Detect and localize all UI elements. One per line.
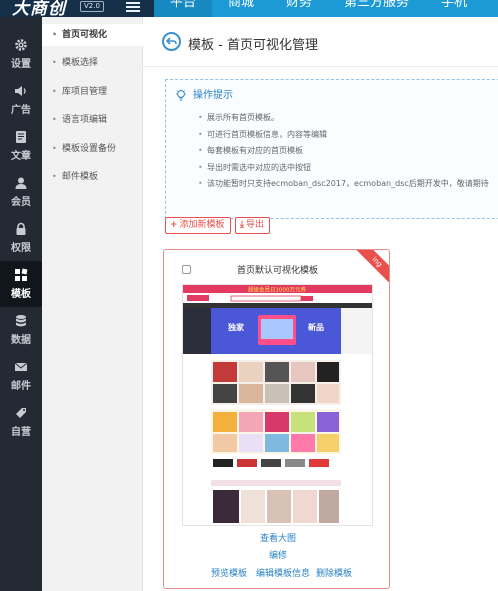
tips-header: 操作提示 <box>175 86 233 102</box>
sidebar-label: 文章 <box>11 151 31 162</box>
preview-template-link[interactable]: 预览模板 <box>211 566 247 579</box>
sub-nav: 首页可视化 模板选择 库项目管理 语言项编辑 模板设置备份 邮件模板 <box>42 17 143 591</box>
bag-icon <box>16 408 26 418</box>
app-window: 大商创 V2.0 平台 商城 财务 第三方服务 手机 设置 广告 文章 会员 权… <box>0 0 498 591</box>
sub-nav-language[interactable]: 语言项编辑 <box>42 109 143 131</box>
view-large-link[interactable]: 查看大图 <box>260 531 296 544</box>
sidebar-label: 会员 <box>11 197 31 208</box>
sidebar-label: 权限 <box>11 243 31 254</box>
tips-box: 操作提示 展示所有首页模板。 可进行首页模板信息，内容等编辑 每套模板有对应的首… <box>165 79 498 219</box>
sidebar-label: 模板 <box>11 289 31 300</box>
brand-area: 大商创 V2.0 <box>0 0 154 19</box>
edit-link[interactable]: 编修 <box>269 548 287 561</box>
template-preview-image: 超级会员日1000万元券 独家 新品 <box>183 285 372 525</box>
sidebar-item-mail[interactable]: 邮件 <box>0 353 42 399</box>
sub-nav-template-select[interactable]: 模板选择 <box>42 52 143 74</box>
sub-nav-backup[interactable]: 模板设置备份 <box>42 138 143 160</box>
sidebar-item-settings[interactable]: 设置 <box>0 31 42 77</box>
thumb-hero-right: 新品 <box>308 322 324 332</box>
sidebar-item-permissions[interactable]: 权限 <box>0 215 42 261</box>
mail-icon <box>14 362 28 371</box>
tip-item: 展示所有首页模板。 <box>198 110 489 127</box>
sub-nav-library[interactable]: 库项目管理 <box>42 81 143 103</box>
delete-template-link[interactable]: 删除模板 <box>316 566 352 579</box>
page-title: 模板 - 首页可视化管理 <box>188 38 318 53</box>
sidebar-label: 数据 <box>11 335 31 346</box>
top-nav: 平台 商城 财务 第三方服务 手机 <box>154 0 483 17</box>
edit-template-info-link[interactable]: 编辑模板信息 <box>256 566 310 579</box>
download-icon: ⤓ <box>240 220 244 230</box>
plus-icon: + <box>170 220 178 230</box>
sub-nav-mail-template[interactable]: 邮件模板 <box>42 166 143 188</box>
template-thumbnail[interactable]: 超级会员日1000万元券 独家 新品 <box>182 284 373 526</box>
tip-item: 每套模板有对应的首页模板 <box>198 143 489 160</box>
top-nav-platform[interactable]: 平台 <box>154 0 213 17</box>
sidebar-item-templates[interactable]: 模板 <box>0 261 42 307</box>
lock-icon <box>16 222 26 235</box>
user-icon <box>15 177 27 189</box>
add-template-button[interactable]: + 添加新模板 <box>165 217 231 234</box>
back-button[interactable] <box>162 32 181 51</box>
gear-icon <box>15 39 27 51</box>
document-icon <box>16 131 26 143</box>
template-title: 首页默认可视化模板 <box>237 266 319 276</box>
menu-toggle-icon[interactable] <box>126 2 140 14</box>
sub-nav-home-visual[interactable]: 首页可视化 <box>42 24 143 46</box>
thumb-banner-text: 超级会员日1000万元券 <box>248 286 306 294</box>
sidebar-item-ads[interactable]: 广告 <box>0 77 42 123</box>
template-card: ing 首页默认可视化模板 超级会员日1000万元券 独家 新品 查看大图 编修… <box>163 249 390 589</box>
sidebar-label: 设置 <box>11 59 31 70</box>
top-nav-third-party[interactable]: 第三方服务 <box>328 0 425 17</box>
top-nav-mobile[interactable]: 手机 <box>425 0 483 17</box>
speaker-icon <box>15 86 26 96</box>
sidebar-item-articles[interactable]: 文章 <box>0 123 42 169</box>
tip-item: 可进行首页模板信息，内容等编辑 <box>198 127 489 144</box>
icon-sidebar: 设置 广告 文章 会员 权限 模板 数据 邮件 自营 <box>0 17 42 591</box>
back-arrow-icon <box>166 37 177 45</box>
status-ribbon: ing <box>351 250 389 288</box>
grid-icon <box>15 268 28 281</box>
tip-item: 该功能暂时只支持ecmoban_dsc2017，ecmoban_dsc后期开发中… <box>198 176 489 193</box>
export-button[interactable]: ⤓ 导出 <box>235 217 270 234</box>
thumb-hero-left: 独家 <box>227 322 245 332</box>
tips-list: 展示所有首页模板。 可进行首页模板信息，内容等编辑 每套模板有对应的首页模板 导… <box>198 110 489 193</box>
top-nav-finance[interactable]: 财务 <box>270 0 328 17</box>
content-panel: 模板 - 首页可视化管理 操作提示 展示所有首页模板。 可进行首页模板信息，内容… <box>143 17 498 591</box>
database-icon <box>16 315 26 327</box>
sidebar-label: 广告 <box>11 105 31 116</box>
sidebar-label: 邮件 <box>11 381 31 392</box>
tip-item: 导出时需选中对应的选中按钮 <box>198 160 489 177</box>
template-checkbox[interactable] <box>182 265 191 274</box>
page-header: 模板 - 首页可视化管理 <box>143 17 498 67</box>
top-nav-mall[interactable]: 商城 <box>212 0 270 17</box>
sidebar-item-members[interactable]: 会员 <box>0 169 42 215</box>
tips-title: 操作提示 <box>193 90 233 101</box>
version-badge: V2.0 <box>80 1 104 12</box>
lightbulb-icon <box>176 89 186 100</box>
sidebar-item-self-run[interactable]: 自营 <box>0 399 42 445</box>
sidebar-label: 自营 <box>11 427 31 438</box>
main-content: 模板 - 首页可视化管理 操作提示 展示所有首页模板。 可进行首页模板信息，内容… <box>143 17 498 591</box>
sidebar-item-data[interactable]: 数据 <box>0 307 42 353</box>
top-bar: 大商创 V2.0 平台 商城 财务 第三方服务 手机 <box>0 0 498 19</box>
